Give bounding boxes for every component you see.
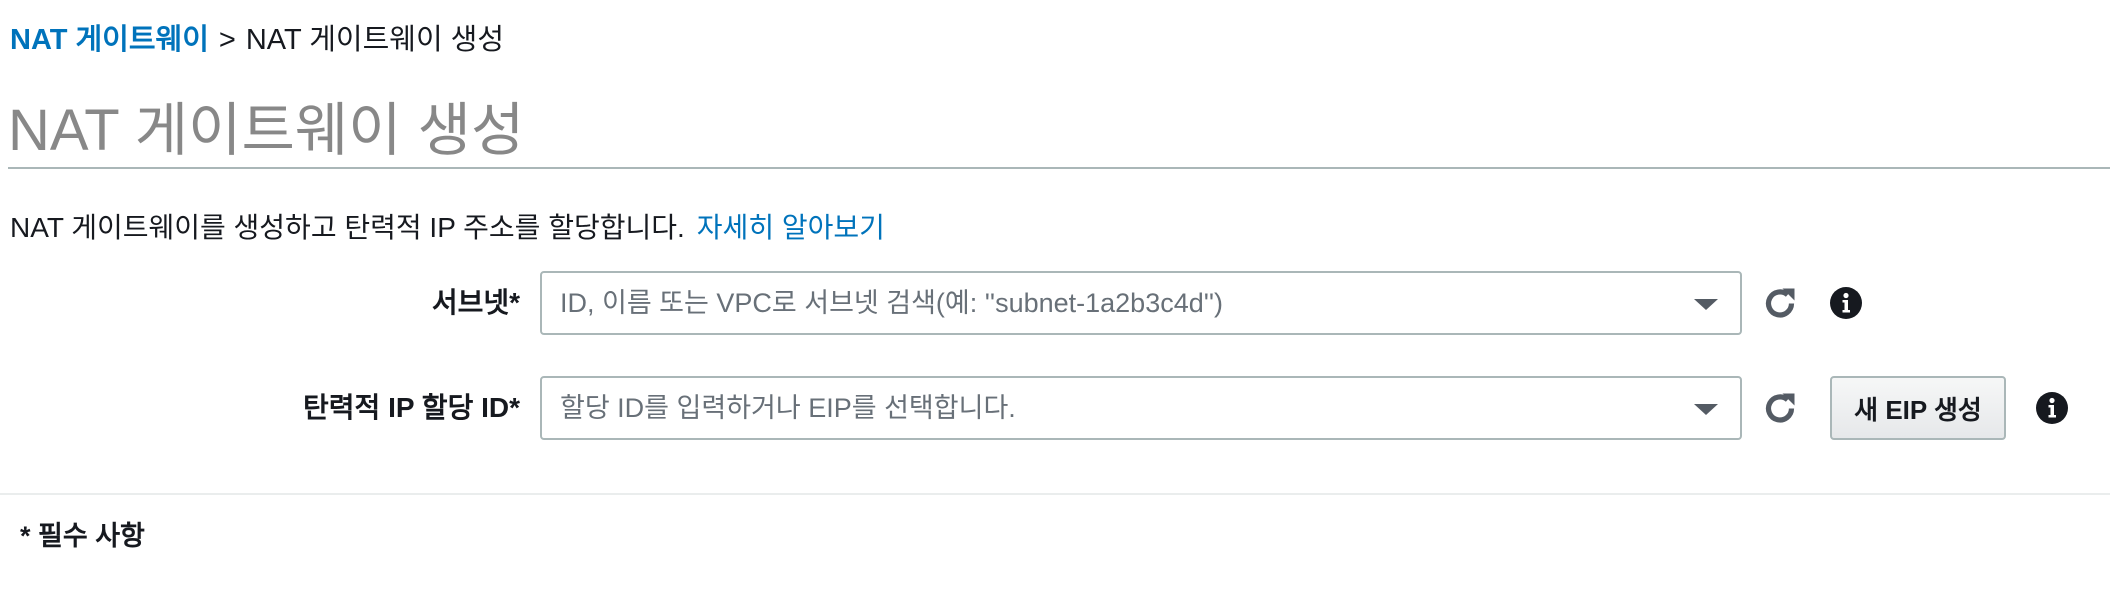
breadcrumb-current: NAT 게이트웨이 생성 [245, 24, 505, 56]
form-divider [0, 493, 2110, 495]
info-icon[interactable] [1829, 286, 1863, 320]
subnet-placeholder: ID, 이름 또는 VPC로 서브넷 검색(예: ''subnet-1a2b3c… [560, 288, 1224, 318]
learn-more-link[interactable]: 자세히 알아보기 [697, 212, 885, 243]
eip-row: 탄력적 IP 할당 ID* 할당 ID를 입력하거나 EIP를 선택합니다. 새… [0, 376, 2110, 440]
page-description: NAT 게이트웨이를 생성하고 탄력적 IP 주소를 할당합니다. 자세히 알아보… [10, 208, 885, 248]
eip-select[interactable]: 할당 ID를 입력하거나 EIP를 선택합니다. [540, 376, 1742, 440]
breadcrumb: NAT 게이트웨이 > NAT 게이트웨이 생성 [10, 20, 504, 60]
info-icon[interactable] [2035, 391, 2069, 425]
title-divider [8, 167, 2110, 169]
breadcrumb-link-nat-gateways[interactable]: NAT 게이트웨이 [10, 24, 209, 56]
create-new-eip-button[interactable]: 새 EIP 생성 [1830, 376, 2006, 440]
caret-down-icon [1694, 299, 1718, 310]
eip-placeholder: 할당 ID를 입력하거나 EIP를 선택합니다. [560, 393, 1016, 423]
subnet-label: 서브넷* [431, 287, 520, 318]
refresh-icon[interactable] [1760, 388, 1800, 428]
caret-down-icon [1694, 404, 1718, 415]
subnet-row: 서브넷* ID, 이름 또는 VPC로 서브넷 검색(예: ''subnet-1… [0, 271, 2110, 335]
breadcrumb-separator: > [218, 24, 236, 56]
page-title: NAT 게이트웨이 생성 [8, 98, 525, 163]
description-text: NAT 게이트웨이를 생성하고 탄력적 IP 주소를 할당합니다. [10, 212, 685, 243]
subnet-select[interactable]: ID, 이름 또는 VPC로 서브넷 검색(예: ''subnet-1a2b3c… [540, 271, 1742, 335]
required-note: * 필수 사항 [20, 521, 145, 551]
refresh-icon[interactable] [1760, 283, 1800, 323]
eip-label: 탄력적 IP 할당 ID* [303, 392, 520, 423]
